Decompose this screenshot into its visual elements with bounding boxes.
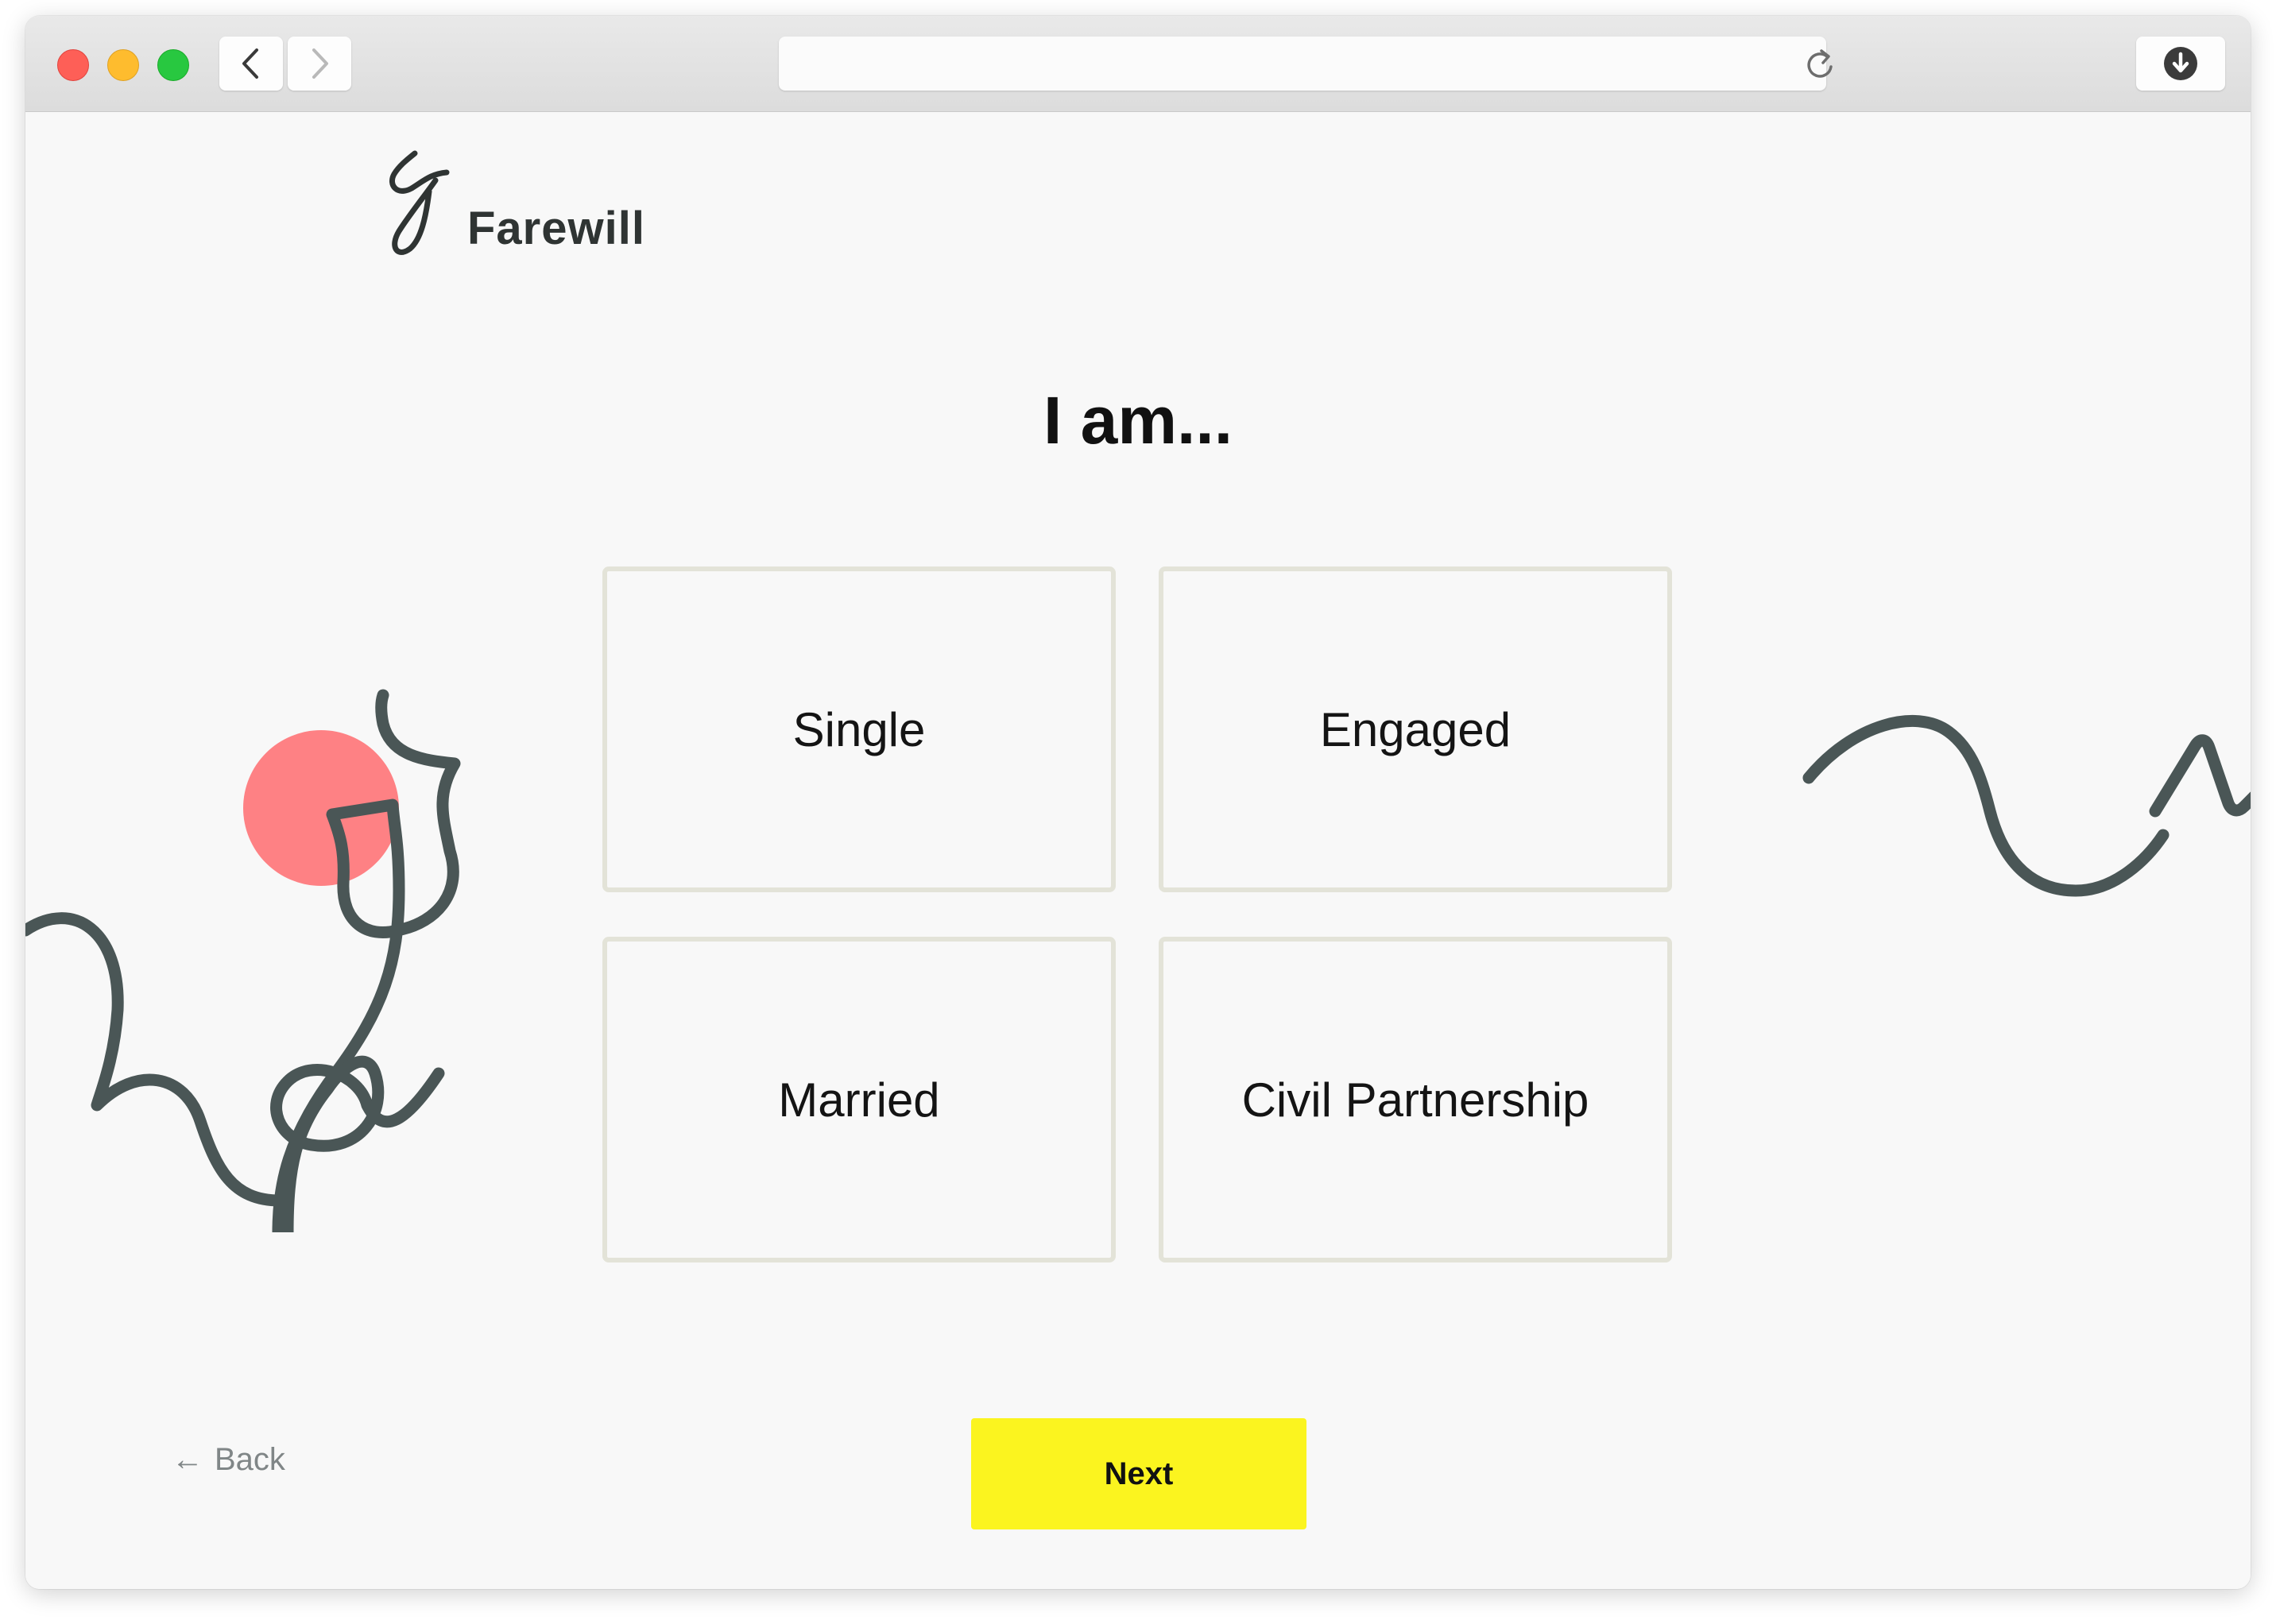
option-label: Civil Partnership [1241,1073,1589,1127]
option-label: Single [792,702,926,756]
browser-back-button[interactable] [219,37,283,91]
next-button[interactable]: Next [971,1418,1306,1529]
zoom-window-button[interactable] [157,49,189,81]
downloads-button[interactable] [2136,37,2225,91]
farewill-logo[interactable]: Farewill [383,150,645,257]
browser-forward-button[interactable] [288,37,351,91]
browser-toolbar [25,16,2251,112]
arrow-left-icon: ← [172,1442,203,1477]
option-single[interactable]: Single [602,566,1116,892]
close-window-button[interactable] [57,49,89,81]
question-title: I am... [1043,383,1233,458]
option-engaged[interactable]: Engaged [1159,566,1672,892]
farewill-script-f-icon [389,150,450,255]
option-label: Married [778,1073,940,1127]
browser-window: Farewill I am... Single Engaged Married … [25,16,2251,1589]
chevron-right-icon [312,48,328,79]
flower-illustration [25,689,461,1232]
back-label: Back [215,1442,285,1477]
download-icon [2164,47,2197,80]
back-link[interactable]: ← Back [172,1442,285,1478]
squiggle-illustration [1802,715,2251,897]
option-married[interactable]: Married [602,937,1116,1262]
option-civil-partnership[interactable]: Civil Partnership [1159,937,1672,1262]
minimize-window-button[interactable] [107,49,139,81]
option-label: Engaged [1319,702,1512,756]
page-content: Farewill I am... Single Engaged Married … [25,112,2251,1589]
brand-name: Farewill [467,203,645,254]
address-bar[interactable] [779,37,1826,91]
chevron-left-icon [242,48,258,79]
